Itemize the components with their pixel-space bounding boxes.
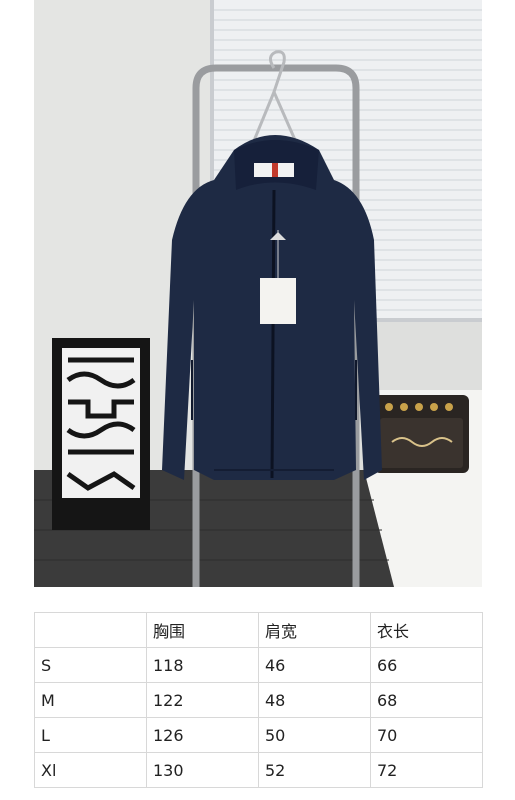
length-cell: 70 [370, 717, 483, 753]
header-cell-chest: 胸围 [146, 612, 259, 648]
header-cell-length: 衣长 [370, 612, 483, 648]
table-header-row: 胸围 肩宽 衣长 [34, 612, 483, 648]
speaker [374, 395, 469, 473]
product-photo [34, 0, 482, 587]
header-cell-shoulder: 肩宽 [258, 612, 371, 648]
shoulder-cell: 48 [258, 682, 371, 718]
framed-artwork [52, 338, 150, 530]
length-cell: 72 [370, 752, 483, 788]
chest-cell: 118 [146, 647, 259, 683]
shoulder-cell: 46 [258, 647, 371, 683]
header-cell [34, 612, 147, 648]
table-row: Xl 130 52 72 [34, 752, 483, 788]
length-cell: 68 [370, 682, 483, 718]
chest-cell: 126 [146, 717, 259, 753]
table-row: M 122 48 68 [34, 682, 483, 718]
shoulder-cell: 50 [258, 717, 371, 753]
table-row: S 118 46 66 [34, 647, 483, 683]
size-cell: Xl [34, 752, 147, 788]
size-cell: L [34, 717, 147, 753]
size-chart-table: 胸围 肩宽 衣长 S 118 46 66 M 122 48 68 L 126 5… [34, 612, 483, 788]
table-row: L 126 50 70 [34, 717, 483, 753]
chest-cell: 122 [146, 682, 259, 718]
length-cell: 66 [370, 647, 483, 683]
size-cell: S [34, 647, 147, 683]
size-cell: M [34, 682, 147, 718]
chest-cell: 130 [146, 752, 259, 788]
shoulder-cell: 52 [258, 752, 371, 788]
